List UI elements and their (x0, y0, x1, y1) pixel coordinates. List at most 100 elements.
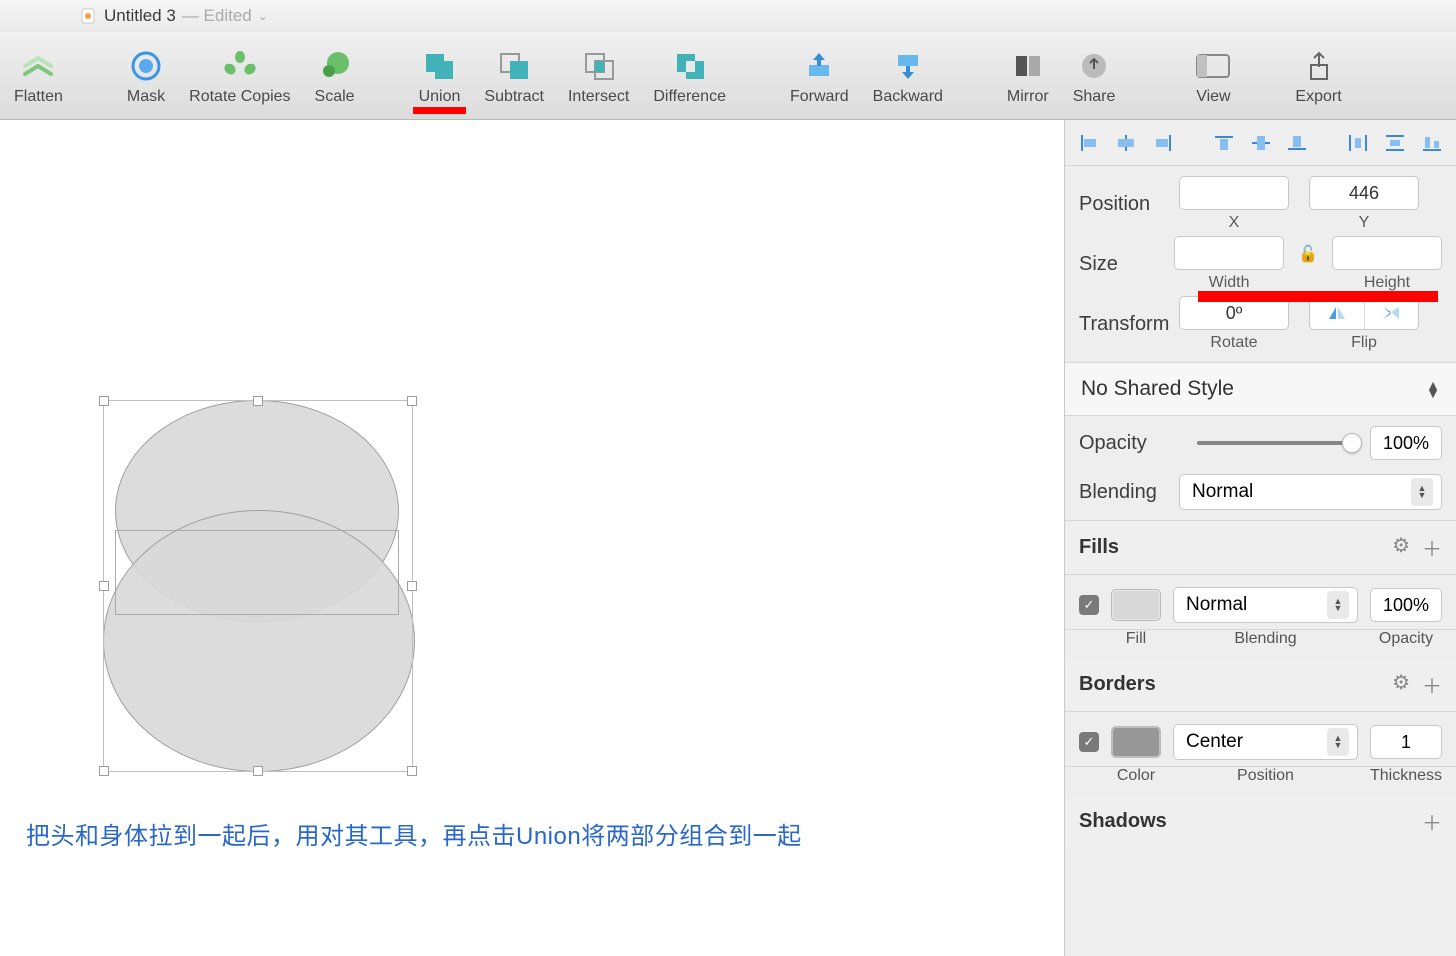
borders-title: Borders (1079, 673, 1156, 696)
mask-icon (128, 48, 164, 84)
updown-icon: ▲▼ (1327, 591, 1349, 619)
backward-icon (890, 48, 926, 84)
plus-icon[interactable] (1422, 807, 1442, 836)
rotate-label: Rotate (1210, 334, 1257, 352)
size-height-input[interactable] (1332, 236, 1442, 270)
updown-icon: ▲▼ (1327, 728, 1349, 756)
border-color-label: Color (1111, 767, 1161, 785)
updown-icon: ▲▼ (1426, 381, 1440, 397)
handle-bot-right[interactable] (407, 766, 417, 776)
backward-button[interactable]: Backward (861, 42, 955, 110)
position-x-input[interactable] (1179, 176, 1289, 210)
intersect-icon (581, 48, 617, 84)
handle-top-mid[interactable] (253, 396, 263, 406)
align-left-button[interactable] (1075, 128, 1104, 158)
flatten-button[interactable]: Flatten (2, 42, 75, 110)
blending-select[interactable]: Normal ▲▼ (1179, 474, 1442, 510)
blending-label: Blending (1079, 481, 1179, 504)
plus-icon[interactable] (1422, 670, 1442, 699)
document-icon (80, 8, 96, 24)
alignment-bar (1065, 120, 1456, 166)
opacity-slider[interactable] (1197, 441, 1352, 445)
border-thickness-label: Thickness (1370, 767, 1442, 785)
size-width-input[interactable] (1174, 236, 1284, 270)
distribute-bottom-button[interactable] (1417, 128, 1446, 158)
chevron-down-icon[interactable]: ⌄ (258, 9, 268, 23)
gear-icon[interactable] (1392, 670, 1410, 699)
align-right-button[interactable] (1149, 128, 1178, 158)
handle-right-mid[interactable] (407, 581, 417, 591)
fill-blending-select[interactable]: Normal ▲▼ (1173, 587, 1358, 623)
forward-icon (801, 48, 837, 84)
size-label: Size (1079, 253, 1174, 276)
handle-top-right[interactable] (407, 396, 417, 406)
selection-box[interactable] (103, 400, 413, 772)
fill-label: Fill (1111, 630, 1161, 648)
view-icon (1195, 48, 1231, 84)
opacity-slider-thumb[interactable] (1342, 433, 1362, 453)
fill-blending-label: Blending (1173, 630, 1358, 648)
rotate-copies-button[interactable]: Rotate Copies (177, 42, 302, 110)
union-icon (421, 48, 457, 84)
transform-label: Transform (1079, 313, 1179, 336)
border-checkbox[interactable]: ✓ (1079, 732, 1099, 752)
fill-swatch[interactable] (1111, 589, 1161, 621)
fills-title: Fills (1079, 536, 1119, 559)
distribute-v-button[interactable] (1380, 128, 1409, 158)
handle-top-left[interactable] (99, 396, 109, 406)
share-icon (1076, 48, 1112, 84)
union-button[interactable]: Union (407, 42, 473, 110)
border-position-select[interactable]: Center ▲▼ (1173, 724, 1358, 760)
align-highlight (1198, 291, 1438, 302)
rotate-copies-icon (222, 48, 258, 84)
border-color-swatch[interactable] (1111, 726, 1161, 758)
annotation-caption: 把头和身体拉到一起后，用对其工具，再点击Union将两部分组合到一起 (26, 816, 802, 851)
flatten-icon (20, 48, 56, 84)
subtract-button[interactable]: Subtract (472, 42, 556, 110)
handle-bot-left[interactable] (99, 766, 109, 776)
border-position-label: Position (1173, 767, 1358, 785)
align-hcenter-button[interactable] (1112, 128, 1141, 158)
position-y-input[interactable] (1309, 176, 1419, 210)
export-icon (1301, 48, 1337, 84)
lock-icon[interactable]: 🔓 (1298, 244, 1318, 264)
document-status: — Edited (182, 6, 252, 26)
align-vcenter-button[interactable] (1246, 128, 1275, 158)
intersect-button[interactable]: Intersect (556, 42, 641, 110)
mask-button[interactable]: Mask (115, 42, 177, 110)
distribute-h-button[interactable] (1344, 128, 1373, 158)
difference-button[interactable]: Difference (641, 42, 738, 110)
shadows-title: Shadows (1079, 810, 1167, 833)
scale-button[interactable]: Scale (303, 42, 367, 110)
shared-style-select[interactable]: No Shared Style ▲▼ (1065, 363, 1456, 416)
position-x-label: X (1229, 214, 1240, 232)
export-button[interactable]: Export (1283, 42, 1353, 110)
opacity-input[interactable] (1370, 426, 1442, 460)
opacity-label: Opacity (1079, 432, 1179, 455)
difference-icon (672, 48, 708, 84)
plus-icon[interactable] (1422, 533, 1442, 562)
gear-icon[interactable] (1392, 533, 1410, 562)
fill-opacity-input[interactable] (1370, 588, 1442, 622)
border-thickness-input[interactable] (1370, 725, 1442, 759)
fill-checkbox[interactable]: ✓ (1079, 595, 1099, 615)
window-titlebar: Untitled 3 — Edited ⌄ (0, 0, 1456, 32)
view-button[interactable]: View (1183, 42, 1243, 110)
handle-left-mid[interactable] (99, 581, 109, 591)
toolbar: Flatten Mask Rotate Copies Scale Union S… (0, 32, 1456, 120)
subtract-icon (496, 48, 532, 84)
fill-opacity-label: Opacity (1370, 630, 1442, 648)
align-top-button[interactable] (1209, 128, 1238, 158)
align-bottom-button[interactable] (1283, 128, 1312, 158)
size-height-label: Height (1364, 274, 1410, 292)
canvas[interactable]: 把头和身体拉到一起后，用对其工具，再点击Union将两部分组合到一起 (0, 120, 1064, 956)
forward-button[interactable]: Forward (778, 42, 861, 110)
inspector-panel: Position X Y Size Wid (1064, 120, 1456, 956)
size-width-label: Width (1209, 274, 1250, 292)
position-label: Position (1079, 193, 1179, 216)
scale-icon (317, 48, 353, 84)
handle-bot-mid[interactable] (253, 766, 263, 776)
flip-label: Flip (1351, 334, 1377, 352)
mirror-button[interactable]: Mirror (995, 42, 1061, 110)
share-button[interactable]: Share (1061, 42, 1128, 110)
